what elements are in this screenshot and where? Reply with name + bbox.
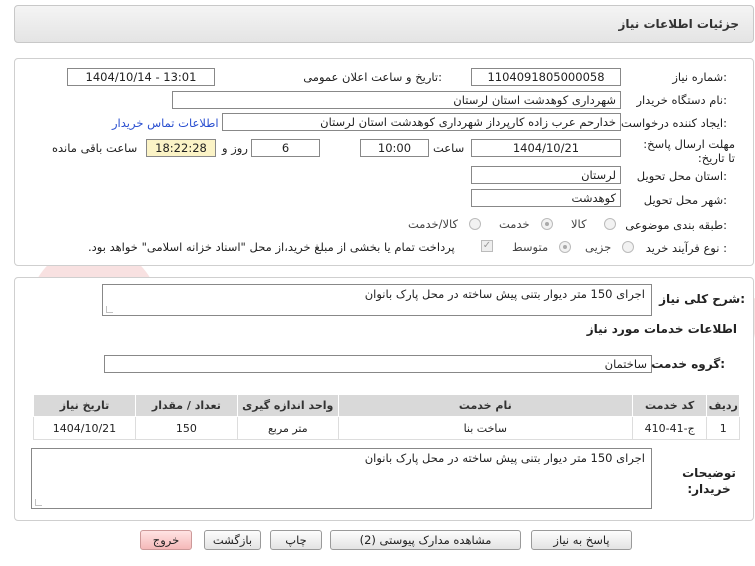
remaining-label: ساعت باقی مانده xyxy=(52,141,138,155)
category-radio-service[interactable] xyxy=(541,218,553,230)
buyer-notes-textarea: اجرای 150 متر دیوار بتنی پیش ساخته در مح… xyxy=(31,448,652,509)
col-qty-header: تعداد / مقدار xyxy=(134,394,238,417)
buyer-notes-label: توضیحات خریدار: xyxy=(682,466,736,496)
announce-field: 1404/10/14 - 13:01 xyxy=(67,68,215,86)
col-code-header: کد خدمت xyxy=(631,394,708,417)
process-label: نوع فرآیند خرید : xyxy=(645,241,727,255)
page-header: جزئیات اطلاعات نیاز xyxy=(14,5,754,43)
category-label: طبقه بندی موضوعی: xyxy=(625,218,727,232)
col-index-header: ردیف xyxy=(706,394,740,417)
remaining-time-field: 18:22:28 xyxy=(146,139,216,157)
buyer-field: شهرداری کوهدشت استان لرستان xyxy=(172,91,621,109)
services-section-title: اطلاعات خدمات مورد نیاز xyxy=(586,322,737,336)
process-radio-medium[interactable] xyxy=(559,241,571,253)
need-number-label: شماره نیاز: xyxy=(672,70,727,84)
service-group-label: گروه خدمت: xyxy=(651,357,725,371)
exit-button[interactable]: خروج xyxy=(140,530,192,550)
page-title: جزئیات اطلاعات نیاز xyxy=(618,17,739,31)
reply-button[interactable]: پاسخ به نیاز xyxy=(531,530,632,550)
summary-textarea: اجرای 150 متر دیوار بتنی پیش ساخته در مح… xyxy=(102,284,652,316)
services-table: ردیف کد خدمت نام خدمت واحد اندازه گیری ت… xyxy=(33,394,740,440)
payment-note: پرداخت تمام یا بخشی از مبلغ خرید،از محل … xyxy=(88,240,455,254)
category-radio-goods-service[interactable] xyxy=(469,218,481,230)
cell-name: ساخت بنا xyxy=(337,416,633,440)
process-option-minor: جزیی xyxy=(585,240,612,254)
back-button[interactable]: بازگشت xyxy=(204,530,261,550)
province-field: لرستان xyxy=(471,166,621,184)
summary-text: اجرای 150 متر دیوار بتنی پیش ساخته در مح… xyxy=(364,287,645,301)
city-label: شهر محل تحویل: xyxy=(643,193,727,207)
col-unit-header: واحد اندازه گیری xyxy=(236,394,339,417)
category-option-goods: کالا xyxy=(571,217,587,231)
buyer-label: نام دستگاه خریدار: xyxy=(636,93,727,107)
deadline-label: مهلت ارسال پاسخ: تا تاریخ: xyxy=(643,137,735,165)
service-group-field: ساختمان xyxy=(104,355,652,373)
buyer-notes-text: اجرای 150 متر دیوار بتنی پیش ساخته در مح… xyxy=(364,451,645,465)
deadline-time-field: 10:00 xyxy=(360,139,429,157)
creator-field: خدارحم عرب زاده کارپرداز شهرداری کوهدشت … xyxy=(222,113,621,131)
category-radio-goods[interactable] xyxy=(604,218,616,230)
creator-label: ایجاد کننده درخواست: xyxy=(621,116,727,130)
contact-buyer-link[interactable]: اطلاعات تماس خریدار xyxy=(112,116,219,130)
process-radio-minor[interactable] xyxy=(622,241,634,253)
city-field: کوهدشت xyxy=(471,189,621,207)
deadline-date-field: 1404/10/21 xyxy=(471,139,621,157)
resize-grip-icon[interactable] xyxy=(35,499,42,506)
col-date-header: تاریخ نیاز xyxy=(33,394,136,417)
days-field: 6 xyxy=(251,139,320,157)
need-number-field: 1104091805000058 xyxy=(471,68,621,86)
deadline-hour-label: ساعت xyxy=(433,141,465,155)
province-label: استان محل تحویل: xyxy=(636,169,727,183)
category-option-goods-service: کالا/خدمت xyxy=(408,217,459,231)
print-button[interactable]: چاپ xyxy=(270,530,322,550)
announce-label: تاریخ و ساعت اعلان عمومی: xyxy=(303,70,442,84)
resize-grip-icon[interactable] xyxy=(106,306,113,313)
table-row: 1 ج-41-410 ساخت بنا متر مربع 150 1404/10… xyxy=(33,416,740,440)
process-option-medium: متوسط xyxy=(512,240,549,254)
cell-code: ج-41-410 xyxy=(631,416,708,440)
col-name-header: نام خدمت xyxy=(337,394,633,417)
treasury-checkbox[interactable]: ✓ xyxy=(481,240,493,252)
summary-label: شرح کلی نیاز: xyxy=(659,292,745,306)
days-label: روز و xyxy=(222,141,248,155)
table-header-row: ردیف کد خدمت نام خدمت واحد اندازه گیری ت… xyxy=(33,394,740,417)
cell-date: 1404/10/21 xyxy=(33,416,136,440)
cell-index: 1 xyxy=(706,416,740,440)
cell-unit: متر مربع xyxy=(236,416,339,440)
category-option-service: خدمت xyxy=(499,217,530,231)
cell-qty: 150 xyxy=(134,416,238,440)
view-attachments-button[interactable]: مشاهده مدارک پیوستی (2) xyxy=(330,530,521,550)
